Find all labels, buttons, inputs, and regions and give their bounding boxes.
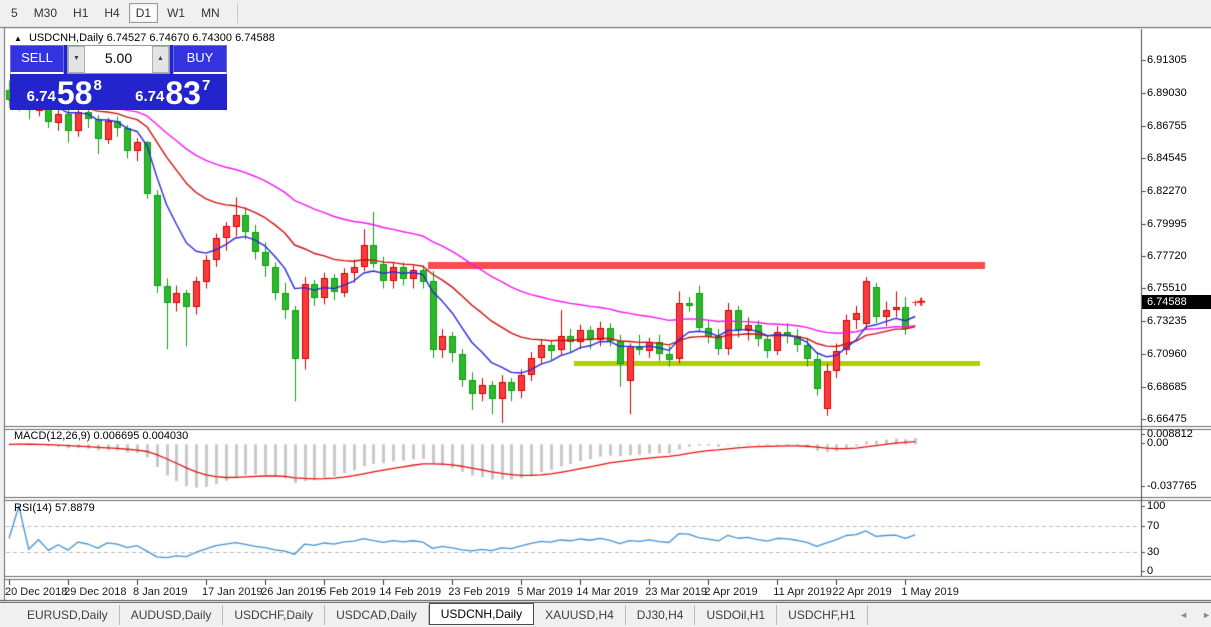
- buy-price-small: 6.74: [135, 88, 164, 105]
- price-axis-label: 6.82270: [1147, 185, 1187, 197]
- date-axis-label: 1 May 2019: [901, 586, 958, 598]
- buy-price-sup: 7: [202, 77, 210, 94]
- current-price-tag: 6.74588: [1142, 295, 1211, 309]
- date-axis-label: 2 Apr 2019: [704, 586, 757, 598]
- price-axis-label: 6.84545: [1147, 152, 1187, 164]
- tab-usdcad-daily[interactable]: USDCAD,Daily: [325, 605, 429, 625]
- sell-price-small: 6.74: [27, 88, 56, 105]
- macd-indicator-label: MACD(12,26,9) 0.006695 0.004030: [14, 430, 188, 442]
- price-axis-label: 6.91305: [1147, 54, 1187, 66]
- chart-title: ▲ USDCNH,Daily 6.74527 6.74670 6.74300 6…: [14, 32, 275, 44]
- date-axis-label: 22 Apr 2019: [832, 586, 891, 598]
- tab-eurusd-daily[interactable]: EURUSD,Daily: [16, 605, 120, 625]
- price-axis-label: 6.79995: [1147, 218, 1187, 230]
- price-axis-label: 6.68685: [1147, 381, 1187, 393]
- date-axis-label: 8 Jan 2019: [133, 586, 187, 598]
- timeframe-button-5[interactable]: 5: [4, 3, 25, 23]
- date-axis-label: 11 Apr 2019: [773, 586, 832, 598]
- tab-scroll-right-icon[interactable]: ►: [1202, 610, 1211, 620]
- tab-usdoil-h1[interactable]: USDOil,H1: [695, 605, 777, 625]
- rsi-axis-label: 0: [1147, 565, 1153, 577]
- sell-button[interactable]: SELL: [10, 45, 64, 74]
- volume-stepper: ▼ 5.00 ▲: [67, 45, 170, 74]
- rsi-axis-label: 70: [1147, 520, 1159, 532]
- date-axis-label: 5 Mar 2019: [517, 586, 573, 598]
- sell-price-sup: 8: [93, 77, 101, 94]
- tab-usdcnh-daily[interactable]: USDCNH,Daily: [429, 603, 534, 625]
- date-axis-label: 23 Feb 2019: [448, 586, 510, 598]
- buy-price-button[interactable]: 6.74 83 7: [119, 74, 228, 110]
- macd-axis-label: -0.037765: [1147, 480, 1197, 492]
- symbol-tab-bar: EURUSD,DailyAUDUSD,DailyUSDCHF,DailyUSDC…: [0, 603, 1211, 627]
- tab-dj30-h4[interactable]: DJ30,H4: [626, 605, 696, 625]
- timeframe-toolbar: 5M30H1H4D1W1MN: [0, 0, 1211, 26]
- date-axis-label: 14 Feb 2019: [379, 586, 441, 598]
- date-axis-label: 14 Mar 2019: [576, 586, 638, 598]
- buy-price-big: 83: [165, 78, 201, 108]
- price-axis-label: 6.73235: [1147, 315, 1187, 327]
- price-axis-label: 6.77720: [1147, 250, 1187, 262]
- price-axis-label: 6.66475: [1147, 413, 1187, 425]
- rsi-indicator-label: RSI(14) 57.8879: [14, 502, 95, 514]
- date-axis-label: 5 Feb 2019: [320, 586, 376, 598]
- sell-price-button[interactable]: 6.74 58 8: [10, 74, 119, 110]
- buy-button[interactable]: BUY: [173, 45, 227, 74]
- chart-symbol-label: USDCNH,Daily: [29, 32, 104, 44]
- collapse-arrow-icon[interactable]: ▲: [14, 34, 22, 43]
- timeframe-button-h4[interactable]: H4: [97, 3, 126, 23]
- timeframe-button-h1[interactable]: H1: [66, 3, 95, 23]
- timeframe-button-w1[interactable]: W1: [160, 3, 192, 23]
- price-axis-label: 6.75510: [1147, 282, 1187, 294]
- timeframe-button-m30[interactable]: M30: [27, 3, 64, 23]
- tab-usdchf-h1[interactable]: USDCHF,H1: [777, 605, 867, 625]
- sell-price-big: 58: [57, 78, 93, 108]
- rsi-axis-label: 100: [1147, 500, 1165, 512]
- date-axis-label: 26 Jan 2019: [261, 586, 322, 598]
- macd-axis-label: 0.00: [1147, 437, 1168, 449]
- price-axis-label: 6.86755: [1147, 120, 1187, 132]
- tab-scroll-left-icon[interactable]: ◄: [1179, 610, 1188, 620]
- toolbar-separator: [237, 3, 238, 23]
- date-axis-label: 17 Jan 2019: [202, 586, 263, 598]
- price-axis-label: 6.89030: [1147, 87, 1187, 99]
- tab-usdchf-daily[interactable]: USDCHF,Daily: [223, 605, 325, 625]
- rsi-axis-label: 30: [1147, 546, 1159, 558]
- timeframe-button-mn[interactable]: MN: [194, 3, 227, 23]
- volume-increase-button[interactable]: ▲: [152, 46, 169, 73]
- tab-xauusd-h4[interactable]: XAUUSD,H4: [534, 605, 626, 625]
- tab-audusd-daily[interactable]: AUDUSD,Daily: [120, 605, 224, 625]
- date-axis-label: 20 Dec 2018: [5, 586, 67, 598]
- tab-nav: ◄►: [1179, 610, 1211, 620]
- date-axis-label: 29 Dec 2018: [64, 586, 126, 598]
- one-click-trade-panel: SELL ▼ 5.00 ▲ BUY 6.74 58 8 6.74 83 7: [10, 45, 227, 110]
- volume-value[interactable]: 5.00: [85, 46, 152, 73]
- chart-ohlc-readout: 6.74527 6.74670 6.74300 6.74588: [107, 32, 275, 44]
- price-axis-label: 6.70960: [1147, 348, 1187, 360]
- timeframe-button-d1[interactable]: D1: [129, 3, 158, 23]
- date-axis-label: 23 Mar 2019: [645, 586, 707, 598]
- volume-decrease-button[interactable]: ▼: [68, 46, 85, 73]
